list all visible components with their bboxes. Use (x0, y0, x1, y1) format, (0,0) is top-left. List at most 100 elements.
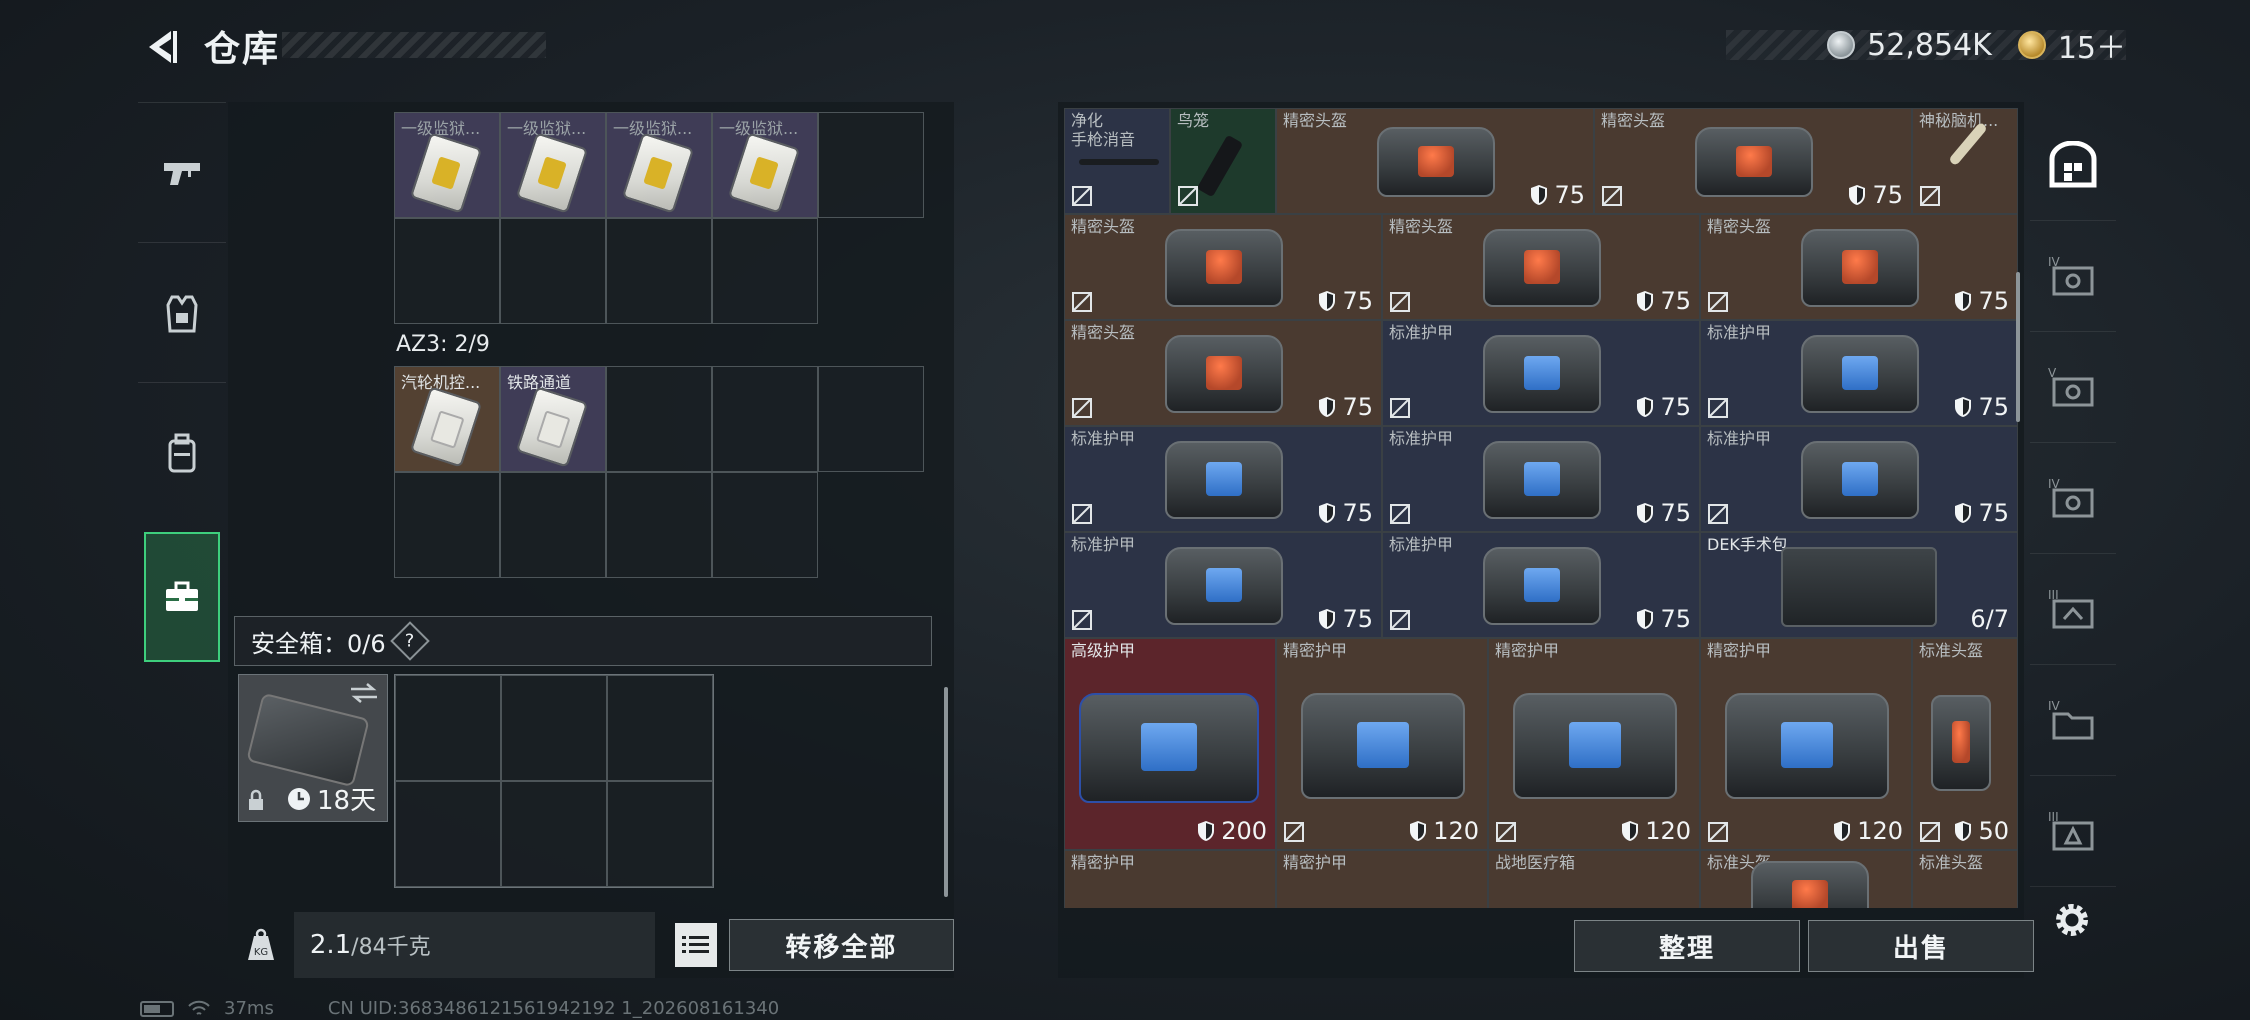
uid-text: CN UID:3683486121561942192 1_20260816134… (327, 998, 780, 1019)
stash-tab-3[interactable]: IV (2030, 443, 2116, 554)
list-view-button[interactable] (674, 923, 717, 967)
empty-slot[interactable] (712, 218, 818, 324)
inventory-item[interactable]: 精密头盔 75 (1594, 108, 1912, 214)
inventory-item[interactable]: DEK手术包 6/7 (1700, 532, 2018, 638)
tab-safebox[interactable] (144, 532, 220, 662)
empty-slot[interactable] (501, 781, 607, 887)
empty-slot[interactable] (501, 675, 607, 781)
back-button[interactable] (136, 24, 186, 70)
durability-value: 120 (1833, 817, 1903, 845)
empty-slot[interactable] (607, 781, 713, 887)
gear-icon[interactable] (2052, 900, 2092, 940)
inventory-item[interactable]: 标准护甲 75 (1064, 532, 1382, 638)
empty-slot[interactable] (394, 218, 500, 324)
durability-number: 50 (1978, 817, 2009, 845)
inventory-item[interactable]: 标准护甲 75 (1700, 320, 2018, 426)
empty-slot[interactable] (606, 472, 712, 578)
item-label: 精密头盔 (1707, 217, 1772, 236)
stash-tab-4[interactable]: III (2030, 554, 2116, 665)
right-scrollbar[interactable] (2016, 272, 2020, 422)
no-found-icon (1390, 292, 1410, 312)
empty-slot[interactable] (712, 366, 818, 472)
inventory-item[interactable]: 标准护甲 75 (1064, 426, 1382, 532)
backpack-icon (168, 433, 196, 472)
keycard-item[interactable]: 一级监狱... (606, 112, 712, 218)
stash-slot-icon: V (2048, 366, 2094, 407)
inventory-item[interactable]: 标准护甲 75 (1382, 320, 1700, 426)
inventory-item[interactable]: 精密护甲 (1064, 850, 1276, 908)
title-decoration (282, 32, 546, 58)
empty-slot[interactable] (606, 366, 712, 472)
empty-slot[interactable] (712, 472, 818, 578)
stash-tab-5[interactable]: IV (2030, 665, 2116, 776)
inventory-grid: 净化 手枪消音 鸟笼 精密头盔 75 精密头盔 75 神秘脑机... 精密头盔 … (1064, 108, 2022, 908)
inventory-item[interactable]: 战地医疗箱 (1488, 850, 1700, 908)
durability-number: 120 (1433, 817, 1479, 845)
stash-slot-icon: III (2048, 588, 2094, 629)
inventory-item[interactable]: 标准护甲 75 (1700, 426, 2018, 532)
empty-slot[interactable] (606, 218, 712, 324)
keycard-item[interactable]: 一级监狱... (394, 112, 500, 218)
item-label: 精密护甲 (1071, 853, 1136, 872)
stash-tab-main[interactable] (2030, 110, 2116, 221)
safebox-grid (394, 674, 714, 888)
safebox-case[interactable]: 18天 (238, 674, 388, 822)
inventory-item[interactable]: 精密头盔 75 (1276, 108, 1594, 214)
tab-backpack[interactable] (138, 382, 226, 522)
inventory-item[interactable]: 标准护甲 75 (1382, 532, 1700, 638)
inventory-item[interactable]: 标准头盔 50 (1912, 638, 2018, 850)
no-found-icon (1920, 822, 1940, 842)
swap-icon[interactable] (349, 681, 379, 705)
inventory-item[interactable]: 精密护甲 120 (1700, 638, 1912, 850)
stash-tab-6[interactable]: III (2030, 776, 2116, 887)
tab-armor[interactable] (138, 242, 226, 382)
keycard-item[interactable]: 一级监狱... (500, 112, 606, 218)
inventory-item[interactable]: 神秘脑机... (1912, 108, 2018, 214)
no-found-icon (1072, 398, 1092, 418)
keycard-item[interactable]: 一级监狱... (712, 112, 818, 218)
tab-weapons[interactable] (138, 102, 226, 242)
empty-slot[interactable] (395, 781, 501, 887)
empty-slot[interactable] (500, 472, 606, 578)
inventory-item[interactable]: 精密护甲 120 (1276, 638, 1488, 850)
stash-tab-2[interactable]: V (2030, 332, 2116, 443)
keycard-image (409, 386, 483, 468)
durability-value: 120 (1409, 817, 1479, 845)
left-scrollbar[interactable] (944, 687, 948, 897)
no-found-icon (1708, 292, 1728, 312)
inventory-item[interactable]: 标准头盔 (1700, 850, 1912, 908)
inventory-item[interactable]: 标准护甲 75 (1382, 426, 1700, 532)
help-button[interactable]: ? (389, 621, 430, 661)
sort-button[interactable]: 整理 (1574, 920, 1800, 972)
no-found-icon (1390, 610, 1410, 630)
helmet-bag-image (1483, 229, 1601, 307)
gold-amount[interactable]: 15＋ (2058, 23, 2126, 67)
shield-icon (1834, 821, 1851, 841)
inventory-item[interactable]: 净化 手枪消音 (1064, 108, 1170, 214)
empty-slot[interactable] (500, 218, 606, 324)
item-label: 标准护甲 (1071, 429, 1136, 448)
sell-button[interactable]: 出售 (1808, 920, 2034, 972)
keycard-item[interactable]: 铁路通道 (500, 366, 606, 472)
empty-slot[interactable] (395, 675, 501, 781)
stash-tab-1[interactable]: IV (2030, 221, 2116, 332)
empty-slot[interactable] (818, 112, 924, 218)
inventory-item[interactable]: 鸟笼 (1170, 108, 1276, 214)
inventory-item[interactable]: 精密头盔 75 (1064, 214, 1382, 320)
durability-number: 75 (1342, 499, 1373, 527)
inventory-item[interactable]: 标准头盔 (1912, 850, 2018, 908)
inventory-item[interactable]: 高级护甲 200 (1064, 638, 1276, 850)
inventory-item[interactable]: 精密护甲 (1276, 850, 1488, 908)
inventory-item[interactable]: 精密头盔 75 (1382, 214, 1700, 320)
empty-slot[interactable] (607, 675, 713, 781)
keycard-item[interactable]: 汽轮机控... (394, 366, 500, 472)
empty-slot[interactable] (394, 472, 500, 578)
durability-number: 75 (1342, 287, 1373, 315)
inventory-item[interactable]: 精密护甲 120 (1488, 638, 1700, 850)
keycard-image (515, 386, 589, 468)
inventory-item[interactable]: 精密头盔 75 (1700, 214, 2018, 320)
helmet-bag-image (1931, 695, 1991, 791)
inventory-item[interactable]: 精密头盔 75 (1064, 320, 1382, 426)
transfer-all-button[interactable]: 转移全部 (728, 919, 955, 971)
empty-slot[interactable] (818, 366, 924, 472)
